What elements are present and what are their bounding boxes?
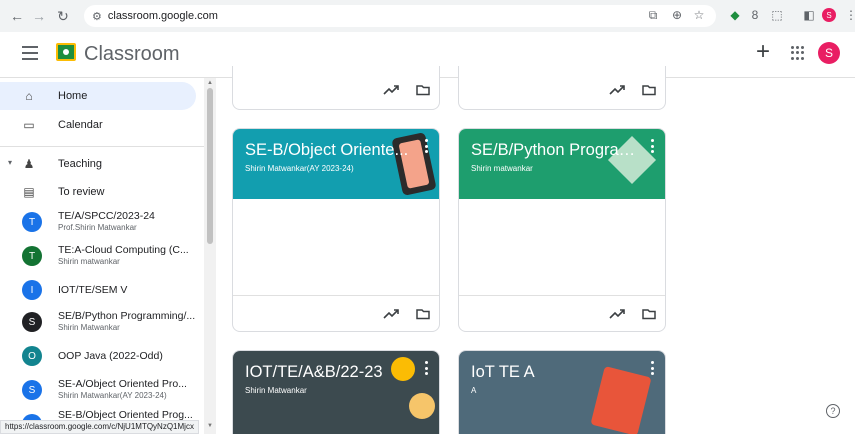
review-folder-icon: ▤ xyxy=(23,185,35,199)
back-arrow-icon[interactable]: ← xyxy=(6,5,28,27)
extension-2-icon[interactable]: 8 xyxy=(746,6,764,24)
card-more-icon[interactable] xyxy=(425,361,429,375)
card-more-icon[interactable] xyxy=(425,139,429,153)
trending-icon[interactable] xyxy=(609,306,625,322)
sidebar-item-teaching[interactable]: ▾ ♟ Teaching xyxy=(0,150,196,178)
trending-icon[interactable] xyxy=(383,82,399,98)
status-link-preview: https://classroom.google.com/c/NjU1MTQyN… xyxy=(0,420,199,434)
class-card[interactable]: SE/B/Python Program... Shirin matwankar xyxy=(458,128,666,332)
trending-icon[interactable] xyxy=(383,306,399,322)
forward-arrow-icon[interactable]: → xyxy=(28,5,50,27)
class-card[interactable]: SE-B/Object Oriente... Shirin Matwankar(… xyxy=(232,128,440,332)
site-info-icon[interactable]: ⚙ xyxy=(92,10,102,23)
card-title[interactable]: SE-B/Object Oriente... xyxy=(245,141,420,160)
sidebar-item-label: Teaching xyxy=(58,158,103,170)
class-owner: Shirin Matwankar(AY 2023-24) xyxy=(58,391,167,400)
class-card[interactable]: IoT TE A A xyxy=(458,350,666,434)
scroll-thumb[interactable] xyxy=(207,88,213,244)
create-join-class-icon[interactable]: + xyxy=(756,38,770,66)
class-owner: Shirin Matwankar xyxy=(58,323,120,332)
trending-icon[interactable] xyxy=(609,82,625,98)
gear-illustration xyxy=(409,393,435,419)
folder-icon[interactable] xyxy=(641,82,657,98)
expand-caret-icon[interactable]: ▾ xyxy=(8,158,12,167)
class-name: OOP Java (2022-Odd) xyxy=(58,350,163,362)
main-menu-icon[interactable] xyxy=(22,46,38,60)
sidebar-item-label: Home xyxy=(58,90,88,102)
class-owner: Prof.Shirin Matwankar xyxy=(58,223,137,232)
class-avatar: S xyxy=(22,312,42,332)
sidebar-item-class-0[interactable]: T TE/A/SPCC/2023-24 Prof.Shirin Matwankar xyxy=(0,206,196,238)
card-footer xyxy=(459,295,665,331)
card-header[interactable]: SE/B/Python Program... Shirin matwankar xyxy=(459,129,665,199)
sidebar-item-class-4[interactable]: O OOP Java (2022-Odd) xyxy=(0,342,196,370)
folder-icon[interactable] xyxy=(415,82,431,98)
help-icon[interactable]: ? xyxy=(826,404,840,418)
classroom-logo-icon[interactable] xyxy=(56,43,76,61)
card-header[interactable]: IOT/TE/A&B/22-23 Shirin Matwankar xyxy=(233,351,439,434)
card-owner: Shirin matwankar xyxy=(471,164,533,173)
reload-icon[interactable]: ↻ xyxy=(52,5,74,27)
class-card-partial[interactable] xyxy=(232,66,440,110)
sidebar-item-to-review[interactable]: ▤ To review xyxy=(0,178,196,206)
card-more-icon[interactable] xyxy=(651,361,655,375)
card-title[interactable]: SE/B/Python Program... xyxy=(471,141,646,160)
sidebar-item-label: To review xyxy=(58,186,105,198)
class-card[interactable]: IOT/TE/A&B/22-23 Shirin Matwankar xyxy=(232,350,440,434)
extensions-puzzle-icon[interactable]: ⬚ xyxy=(768,6,786,24)
class-avatar: O xyxy=(22,346,42,366)
profile-avatar-icon[interactable]: S xyxy=(822,8,836,22)
card-title[interactable]: IOT/TE/A&B/22-23 xyxy=(245,363,420,382)
scroll-down-icon[interactable]: ▼ xyxy=(207,423,213,429)
class-owner: Shirin matwankar xyxy=(58,257,120,266)
bookmark-star-icon[interactable]: ☆ xyxy=(690,6,708,24)
browser-toolbar: ← → ↻ ⚙ classroom.google.com ⧉ ⊕ ☆ ◆ 8 ⬚… xyxy=(0,0,855,32)
card-title[interactable]: IoT TE A xyxy=(471,363,646,382)
class-name: IOT/TE/SEM V xyxy=(58,284,128,296)
class-avatar: I xyxy=(22,280,42,300)
class-name: TE/A/SPCC/2023-24 xyxy=(58,210,155,222)
class-avatar: T xyxy=(22,246,42,266)
app-title[interactable]: Classroom xyxy=(84,43,180,66)
sidebar-item-home[interactable]: ⌂ Home xyxy=(0,82,196,110)
card-header[interactable]: IoT TE A A xyxy=(459,351,665,434)
card-owner: Shirin Matwankar xyxy=(245,386,307,395)
sidebar-item-label: Calendar xyxy=(58,119,103,131)
sidebar-item-class-3[interactable]: S SE/B/Python Programming/... Shirin Matw… xyxy=(0,306,196,338)
calendar-icon: ▭ xyxy=(23,118,35,132)
class-name: SE/B/Python Programming/... xyxy=(58,310,196,322)
class-avatar: S xyxy=(22,380,42,400)
card-footer xyxy=(233,295,439,331)
card-header[interactable]: SE-B/Object Oriente... Shirin Matwankar(… xyxy=(233,129,439,199)
sidebar-scrollbar[interactable]: ▲ ▼ xyxy=(204,78,216,434)
browser-menu-icon[interactable]: ⋮ xyxy=(842,6,855,24)
cast-icon[interactable]: ⧉ xyxy=(644,6,662,24)
sidebar-item-class-2[interactable]: I IOT/TE/SEM V xyxy=(0,276,196,304)
sidebar-item-class-1[interactable]: T TE:A-Cloud Computing (C... Shirin matwa… xyxy=(0,240,196,272)
card-owner: A xyxy=(471,386,477,395)
folder-icon[interactable] xyxy=(641,306,657,322)
extension-icon[interactable]: ◆ xyxy=(726,6,744,24)
sidebar-item-calendar[interactable]: ▭ Calendar xyxy=(0,111,196,139)
class-name: TE:A-Cloud Computing (C... xyxy=(58,244,189,256)
people-icon: ♟ xyxy=(23,157,35,171)
sidebar: ⌂ Home ▭ Calendar ▾ ♟ Teaching ▤ To revi… xyxy=(0,78,204,434)
zoom-icon[interactable]: ⊕ xyxy=(668,6,686,24)
address-text: classroom.google.com xyxy=(107,10,218,22)
class-avatar: T xyxy=(22,212,42,232)
address-bar[interactable]: ⚙ classroom.google.com xyxy=(84,5,716,27)
sidepanel-icon[interactable]: ◧ xyxy=(800,6,818,24)
home-icon: ⌂ xyxy=(25,89,33,103)
scroll-up-icon[interactable]: ▲ xyxy=(207,80,213,86)
divider xyxy=(0,146,204,147)
folder-icon[interactable] xyxy=(415,306,431,322)
sidebar-item-class-5[interactable]: S SE-A/Object Oriented Pro... Shirin Matw… xyxy=(0,374,196,406)
class-card-partial[interactable] xyxy=(458,66,666,110)
google-apps-icon[interactable] xyxy=(791,46,805,60)
card-owner: Shirin Matwankar(AY 2023-24) xyxy=(245,164,354,173)
card-more-icon[interactable] xyxy=(651,139,655,153)
account-avatar[interactable]: S xyxy=(818,42,840,64)
class-name: SE-A/Object Oriented Pro... xyxy=(58,378,187,390)
